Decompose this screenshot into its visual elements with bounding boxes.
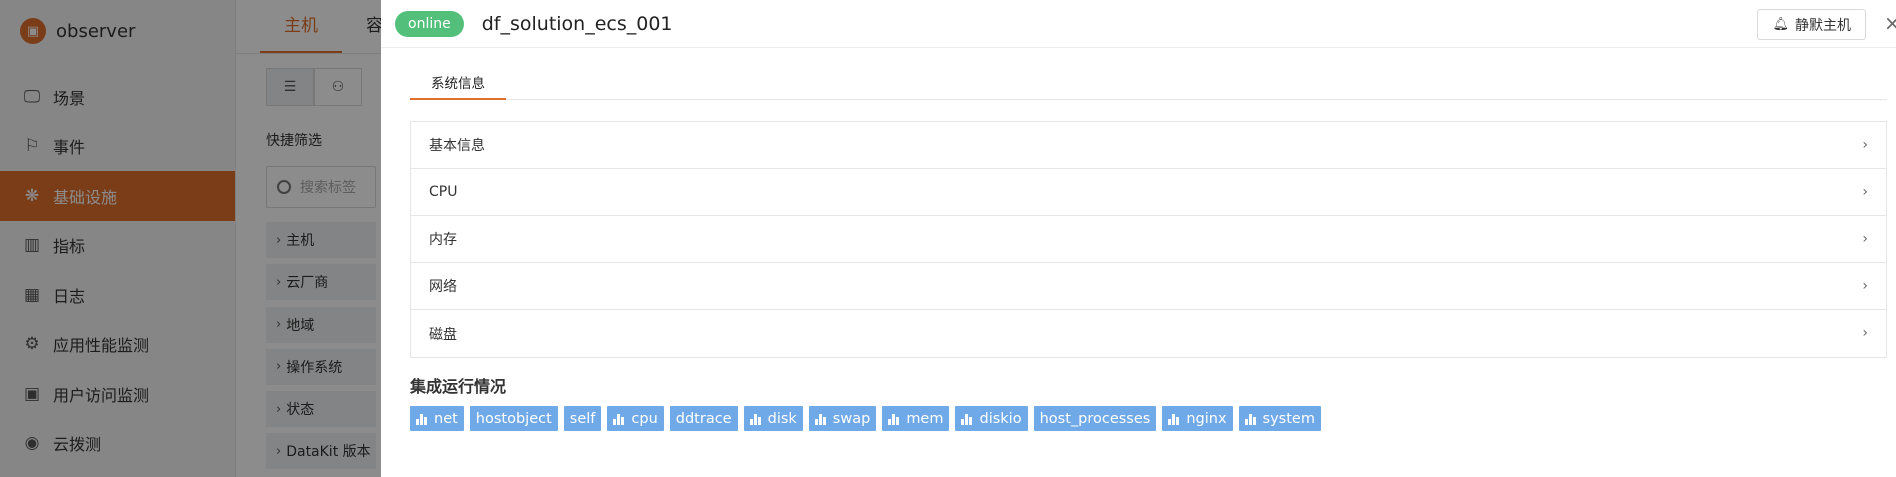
integration-badge[interactable]: nginx bbox=[1162, 406, 1233, 431]
collapse-section[interactable]: 网络 › bbox=[411, 263, 1886, 310]
section-label: 内存 bbox=[429, 232, 457, 248]
info-sections: 基本信息 › CPU › 内存 › 网络 › 磁盘 › bbox=[410, 121, 1887, 358]
chevron-right-icon: › bbox=[1862, 184, 1868, 200]
bar-chart-icon bbox=[749, 413, 762, 425]
chevron-right-icon: › bbox=[1862, 231, 1868, 247]
bar-chart-icon bbox=[1168, 413, 1180, 425]
integration-label: cpu bbox=[631, 410, 658, 427]
integration-badge[interactable]: hostobject bbox=[469, 406, 558, 431]
mute-host-button[interactable]: 🔔︎ 静默主机 bbox=[1757, 9, 1866, 40]
integration-badge[interactable]: disk bbox=[743, 406, 803, 431]
collapse-section[interactable]: 磁盘 › bbox=[411, 310, 1886, 357]
integration-label: mem bbox=[906, 410, 944, 427]
integration-badge[interactable]: net bbox=[410, 406, 464, 431]
integration-badge[interactable]: host_processes bbox=[1033, 406, 1157, 431]
bar-chart-icon bbox=[1244, 413, 1257, 425]
chevron-right-icon: › bbox=[1862, 325, 1868, 341]
mute-host-label: 静默主机 bbox=[1795, 17, 1851, 34]
collapse-section[interactable]: 内存 › bbox=[411, 216, 1886, 263]
host-detail-drawer: online df_solution_ecs_001 🔔︎ 静默主机 × 系统信… bbox=[381, 0, 1896, 477]
collapse-section[interactable]: 基本信息 › bbox=[411, 122, 1886, 169]
bar-chart-icon bbox=[613, 413, 625, 425]
section-label: CPU bbox=[429, 184, 458, 200]
integration-label: ddtrace bbox=[675, 410, 732, 427]
tab-system-info[interactable]: 系统信息 bbox=[410, 66, 506, 100]
integration-label: net bbox=[434, 410, 458, 427]
bar-chart-icon bbox=[888, 413, 900, 425]
chevron-right-icon: › bbox=[1862, 278, 1868, 294]
chevron-right-icon: › bbox=[1862, 137, 1868, 153]
integration-label: disk bbox=[767, 410, 797, 427]
bar-chart-icon bbox=[416, 413, 428, 425]
integration-badge[interactable]: swap bbox=[808, 406, 877, 431]
integration-label: system bbox=[1262, 410, 1315, 427]
integration-label: self bbox=[569, 410, 596, 427]
integration-label: swap bbox=[832, 410, 871, 427]
integration-badge[interactable]: self bbox=[563, 406, 602, 431]
section-label: 基本信息 bbox=[429, 138, 485, 154]
integration-badge[interactable]: system bbox=[1238, 406, 1321, 431]
bar-chart-icon bbox=[814, 413, 827, 425]
bar-chart-icon bbox=[961, 413, 973, 425]
integration-badge[interactable]: diskio bbox=[955, 406, 1028, 431]
bell-icon: 🔔︎ bbox=[1772, 17, 1789, 32]
integration-label: host_processes bbox=[1039, 410, 1151, 427]
section-label: 磁盘 bbox=[429, 326, 457, 343]
integration-label: hostobject bbox=[475, 410, 552, 427]
integration-label: diskio bbox=[979, 410, 1022, 427]
integration-badge[interactable]: cpu bbox=[607, 406, 664, 431]
status-badge: online bbox=[395, 10, 464, 37]
host-title: df_solution_ecs_001 bbox=[481, 12, 673, 35]
collapse-section[interactable]: CPU › bbox=[411, 169, 1886, 216]
close-icon[interactable]: × bbox=[1884, 10, 1896, 36]
integration-label: nginx bbox=[1186, 410, 1227, 427]
integration-badge[interactable]: mem bbox=[882, 406, 950, 431]
integration-badges: net hostobject self cpu ddtrace disk swap mem di… bbox=[410, 406, 1327, 431]
section-label: 网络 bbox=[429, 279, 457, 295]
integrations-title: 集成运行情况 bbox=[410, 377, 507, 396]
drawer-tabs: 系统信息 bbox=[410, 66, 1887, 100]
drawer-header: online df_solution_ecs_001 🔔︎ 静默主机 × bbox=[381, 0, 1896, 48]
integration-badge[interactable]: ddtrace bbox=[669, 406, 738, 431]
